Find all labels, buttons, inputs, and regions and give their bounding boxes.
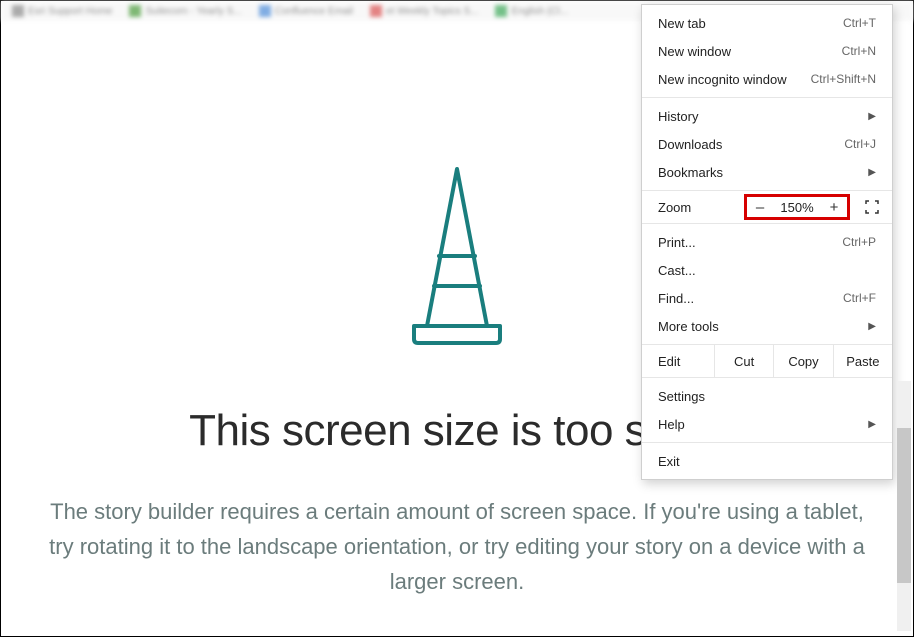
menu-history[interactable]: History ▶ bbox=[642, 102, 892, 130]
menu-settings[interactable]: Settings bbox=[642, 382, 892, 410]
menu-label: Settings bbox=[658, 389, 705, 404]
menu-more-tools[interactable]: More tools ▶ bbox=[642, 312, 892, 340]
menu-label: History bbox=[658, 109, 698, 124]
tab-label: Suitecorn - Yearly S... bbox=[145, 6, 241, 17]
fullscreen-icon bbox=[865, 200, 879, 214]
menu-print[interactable]: Print... Ctrl+P bbox=[642, 228, 892, 256]
menu-new-tab[interactable]: New tab Ctrl+T bbox=[642, 9, 892, 37]
menu-label: New incognito window bbox=[658, 72, 787, 87]
menu-shortcut: Ctrl+F bbox=[843, 291, 876, 305]
menu-shortcut: Ctrl+N bbox=[842, 44, 876, 58]
menu-shortcut: Ctrl+J bbox=[844, 137, 876, 151]
zoom-highlight-box: – 150% + bbox=[744, 194, 850, 220]
submenu-arrow-icon: ▶ bbox=[868, 419, 876, 430]
menu-label: Print... bbox=[658, 235, 696, 250]
menu-label: New tab bbox=[658, 16, 706, 31]
menu-shortcut: Ctrl+T bbox=[843, 16, 876, 30]
menu-label: Bookmarks bbox=[658, 165, 723, 180]
menu-label: Help bbox=[658, 417, 685, 432]
menu-shortcut: Ctrl+P bbox=[842, 235, 876, 249]
submenu-arrow-icon: ▶ bbox=[868, 111, 876, 122]
browser-tab[interactable]: et Weekly Topics S... bbox=[364, 4, 484, 18]
menu-find[interactable]: Find... Ctrl+F bbox=[642, 284, 892, 312]
browser-tab[interactable]: Esri Support Home bbox=[6, 4, 118, 18]
edit-label: Edit bbox=[658, 354, 714, 369]
cone-icon bbox=[392, 161, 522, 351]
menu-shortcut: Ctrl+Shift+N bbox=[811, 72, 876, 86]
browser-tab[interactable]: Confluence Email bbox=[253, 4, 359, 18]
tab-label: English (Cl... bbox=[511, 6, 568, 17]
menu-new-window[interactable]: New window Ctrl+N bbox=[642, 37, 892, 65]
menu-new-incognito[interactable]: New incognito window Ctrl+Shift+N bbox=[642, 65, 892, 93]
menu-bookmarks[interactable]: Bookmarks ▶ bbox=[642, 158, 892, 186]
menu-label: New window bbox=[658, 44, 731, 59]
menu-exit[interactable]: Exit bbox=[642, 447, 892, 475]
menu-label: Downloads bbox=[658, 137, 722, 152]
paste-button[interactable]: Paste bbox=[833, 345, 892, 377]
submenu-arrow-icon: ▶ bbox=[868, 167, 876, 178]
browser-tab[interactable]: Suitecorn - Yearly S... bbox=[123, 4, 247, 18]
cut-button[interactable]: Cut bbox=[714, 345, 773, 377]
menu-cast[interactable]: Cast... bbox=[642, 256, 892, 284]
zoom-out-button[interactable]: – bbox=[747, 199, 773, 216]
menu-downloads[interactable]: Downloads Ctrl+J bbox=[642, 130, 892, 158]
menu-help[interactable]: Help ▶ bbox=[642, 410, 892, 438]
menu-label: Find... bbox=[658, 291, 694, 306]
page-subtext: The story builder requires a certain amo… bbox=[27, 494, 887, 600]
menu-label: Exit bbox=[658, 454, 680, 469]
zoom-label: Zoom bbox=[658, 200, 691, 215]
menu-label: Cast... bbox=[658, 263, 696, 278]
submenu-arrow-icon: ▶ bbox=[868, 321, 876, 332]
menu-edit-row: Edit Cut Copy Paste bbox=[642, 345, 892, 377]
zoom-value: 150% bbox=[773, 200, 821, 215]
copy-button[interactable]: Copy bbox=[773, 345, 832, 377]
scrollbar-thumb[interactable] bbox=[897, 428, 911, 583]
fullscreen-button[interactable] bbox=[860, 197, 884, 217]
menu-zoom-row: Zoom – 150% + bbox=[642, 191, 892, 223]
zoom-in-button[interactable]: + bbox=[821, 199, 847, 216]
browser-tab[interactable]: English (Cl... bbox=[489, 4, 574, 18]
browser-main-menu: New tab Ctrl+T New window Ctrl+N New incog… bbox=[641, 4, 893, 480]
tab-label: Confluence Email bbox=[275, 6, 353, 17]
tab-label: Esri Support Home bbox=[28, 6, 112, 17]
menu-label: More tools bbox=[658, 319, 719, 334]
tab-label: et Weekly Topics S... bbox=[386, 6, 478, 17]
